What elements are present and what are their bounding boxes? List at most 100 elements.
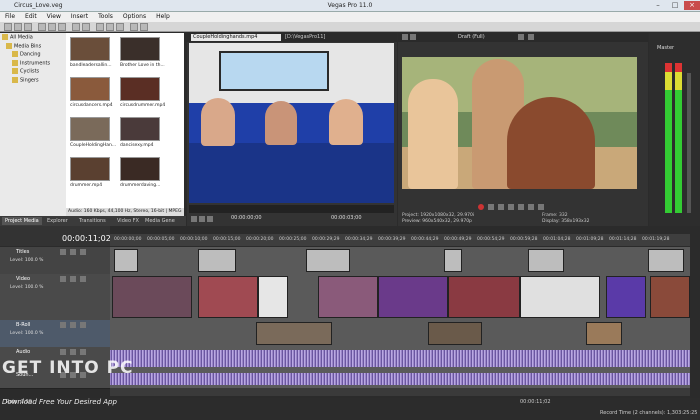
media-thumbnail[interactable] [70, 117, 110, 141]
preview-video-frame[interactable] [402, 57, 637, 189]
preview-device-icon[interactable] [410, 34, 416, 40]
media-thumbnail[interactable] [120, 157, 160, 181]
master-fader[interactable] [687, 73, 691, 213]
redo-icon[interactable] [82, 23, 90, 31]
maximize-icon[interactable]: □ [667, 1, 683, 10]
lock-icon[interactable] [140, 23, 148, 31]
play-from-start-icon[interactable] [498, 204, 504, 210]
mute-icon[interactable] [60, 249, 66, 255]
close-icon[interactable]: × [684, 1, 700, 10]
go-to-end-icon[interactable] [538, 204, 544, 210]
solo-icon[interactable] [70, 276, 76, 282]
tree-item-all-media[interactable]: All Media [0, 33, 66, 42]
track-name[interactable]: Audio [16, 349, 30, 355]
media-thumbnail[interactable] [120, 37, 160, 61]
trimmer-video-frame[interactable] [189, 43, 394, 203]
snapping-icon[interactable] [130, 23, 138, 31]
copy-icon[interactable] [48, 23, 56, 31]
menu-options[interactable]: Options [118, 12, 151, 21]
timeline-clip[interactable] [528, 249, 564, 272]
preview-quality-select[interactable]: Draft (Full) [458, 34, 485, 40]
menu-edit[interactable]: Edit [20, 12, 42, 21]
stop-icon[interactable] [199, 216, 205, 222]
zoom-tool-icon[interactable] [116, 23, 124, 31]
media-thumbnail[interactable] [120, 77, 160, 101]
timeline-scrollbar[interactable] [110, 388, 690, 396]
track-lane-4[interactable] [110, 347, 690, 371]
pause-icon[interactable] [518, 204, 524, 210]
preview-properties-icon[interactable] [402, 34, 408, 40]
paste-icon[interactable] [58, 23, 66, 31]
tree-item-instruments[interactable]: Instruments [0, 59, 66, 68]
track-header-3[interactable]: B-Roll Level: 100.0 % [0, 320, 110, 348]
fx-icon[interactable] [80, 276, 86, 282]
tab-transitions[interactable]: Transitions [76, 217, 109, 225]
solo-icon[interactable] [70, 322, 76, 328]
open-icon[interactable] [14, 23, 22, 31]
menu-file[interactable]: File [0, 12, 20, 21]
new-icon[interactable] [4, 23, 12, 31]
timeline-clip[interactable] [318, 276, 378, 318]
timeline-clip[interactable] [112, 276, 192, 318]
menu-tools[interactable]: Tools [93, 12, 118, 21]
solo-icon[interactable] [70, 349, 76, 355]
track-lane-2[interactable] [110, 274, 690, 321]
snapshot-icon[interactable] [528, 34, 534, 40]
timeline-clip[interactable] [444, 249, 462, 272]
play-icon[interactable] [508, 204, 514, 210]
timeline-clip[interactable] [256, 322, 332, 345]
timeline-clip[interactable] [650, 276, 690, 318]
timeline-clip[interactable] [586, 322, 622, 345]
tab-media-generators[interactable]: Media Gene [142, 217, 178, 225]
timeline-clip[interactable] [114, 249, 138, 272]
timeline-clip[interactable] [648, 249, 684, 272]
trimmer-file-select[interactable]: CoupleHoldinghands.mp4 [191, 34, 281, 41]
menu-insert[interactable]: Insert [66, 12, 93, 21]
loop-icon[interactable] [207, 216, 213, 222]
media-thumbnail[interactable] [120, 117, 160, 141]
track-header-2[interactable]: Video Level: 100.0 % [0, 274, 110, 321]
overlays-icon[interactable] [518, 34, 524, 40]
tab-video-fx[interactable]: Video FX [114, 217, 142, 225]
timeline-ruler[interactable]: 00:00:00;00 00:00:05;00 00:00:10;00 00:00:1… [110, 234, 690, 246]
tab-project-media[interactable]: Project Media [2, 217, 42, 225]
media-thumbnail[interactable] [70, 157, 110, 181]
play-icon[interactable] [191, 216, 197, 222]
trimmer-timeline[interactable] [189, 205, 394, 213]
track-name[interactable]: B-Roll [16, 322, 30, 328]
fx-icon[interactable] [80, 349, 86, 355]
timeline-clip[interactable] [448, 276, 520, 318]
solo-icon[interactable] [70, 249, 76, 255]
timeline-clip[interactable] [198, 249, 236, 272]
track-lane-3[interactable] [110, 320, 690, 348]
mute-icon[interactable] [60, 322, 66, 328]
track-header-1[interactable]: Titles Level: 100.0 % [0, 247, 110, 275]
timeline-clip[interactable] [378, 276, 448, 318]
cursor-tool-icon[interactable] [96, 23, 104, 31]
undo-icon[interactable] [72, 23, 80, 31]
media-thumbnail[interactable] [70, 77, 110, 101]
media-thumbnail[interactable] [70, 37, 110, 61]
tree-item-media-bins[interactable]: Media Bins [0, 42, 66, 51]
track-lane-5[interactable] [110, 370, 690, 389]
fx-icon[interactable] [80, 249, 86, 255]
fx-icon[interactable] [80, 322, 86, 328]
timeline-clip[interactable] [428, 322, 482, 345]
menu-view[interactable]: View [42, 12, 66, 21]
envelope-tool-icon[interactable] [106, 23, 114, 31]
timeline-clip[interactable] [198, 276, 258, 318]
audio-waveform[interactable] [110, 373, 690, 385]
save-icon[interactable] [24, 23, 32, 31]
track-name[interactable]: Video [16, 276, 30, 282]
timeline-clip[interactable] [606, 276, 646, 318]
tree-item-dancing[interactable]: Dancing [0, 50, 66, 59]
menu-help[interactable]: Help [151, 12, 175, 21]
stop-icon[interactable] [528, 204, 534, 210]
minimize-icon[interactable]: – [650, 1, 666, 10]
timeline-clip[interactable] [520, 276, 600, 318]
timeline-clip[interactable] [258, 276, 288, 318]
record-icon[interactable] [478, 204, 484, 210]
audio-waveform[interactable] [110, 350, 690, 367]
mute-icon[interactable] [60, 349, 66, 355]
loop-playback-icon[interactable] [488, 204, 494, 210]
